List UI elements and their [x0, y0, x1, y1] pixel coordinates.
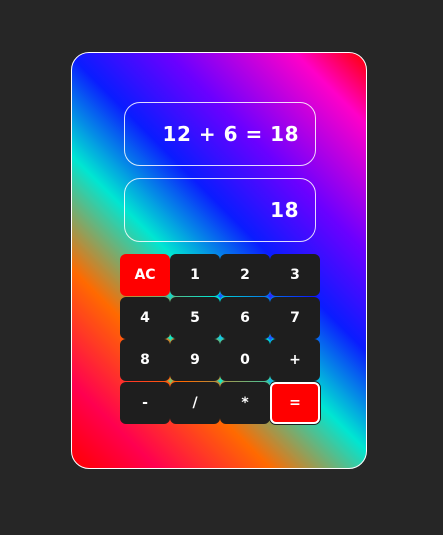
calculator-panel: 12 + 6 = 18 18 AC 1 2 3 4 5 6 7 8 9 0 + …: [71, 52, 367, 469]
digit-7-button[interactable]: 7: [270, 297, 320, 339]
result-display: 18: [124, 178, 316, 242]
digit-0-button[interactable]: 0: [220, 339, 270, 381]
digit-4-button[interactable]: 4: [120, 297, 170, 339]
digit-8-button[interactable]: 8: [120, 339, 170, 381]
keypad: AC 1 2 3 4 5 6 7 8 9 0 + - / * = ✦ ✦ ✦ ✦…: [120, 254, 320, 424]
digit-3-button[interactable]: 3: [270, 254, 320, 296]
digit-5-button[interactable]: 5: [170, 297, 220, 339]
digit-2-button[interactable]: 2: [220, 254, 270, 296]
digit-9-button[interactable]: 9: [170, 339, 220, 381]
equals-button[interactable]: =: [270, 382, 320, 424]
clear-button[interactable]: AC: [120, 254, 170, 296]
digit-6-button[interactable]: 6: [220, 297, 270, 339]
digit-1-button[interactable]: 1: [170, 254, 220, 296]
plus-button[interactable]: +: [270, 339, 320, 381]
divide-button[interactable]: /: [170, 382, 220, 424]
expression-display: 12 + 6 = 18: [124, 102, 316, 166]
multiply-button[interactable]: *: [220, 382, 270, 424]
minus-button[interactable]: -: [120, 382, 170, 424]
